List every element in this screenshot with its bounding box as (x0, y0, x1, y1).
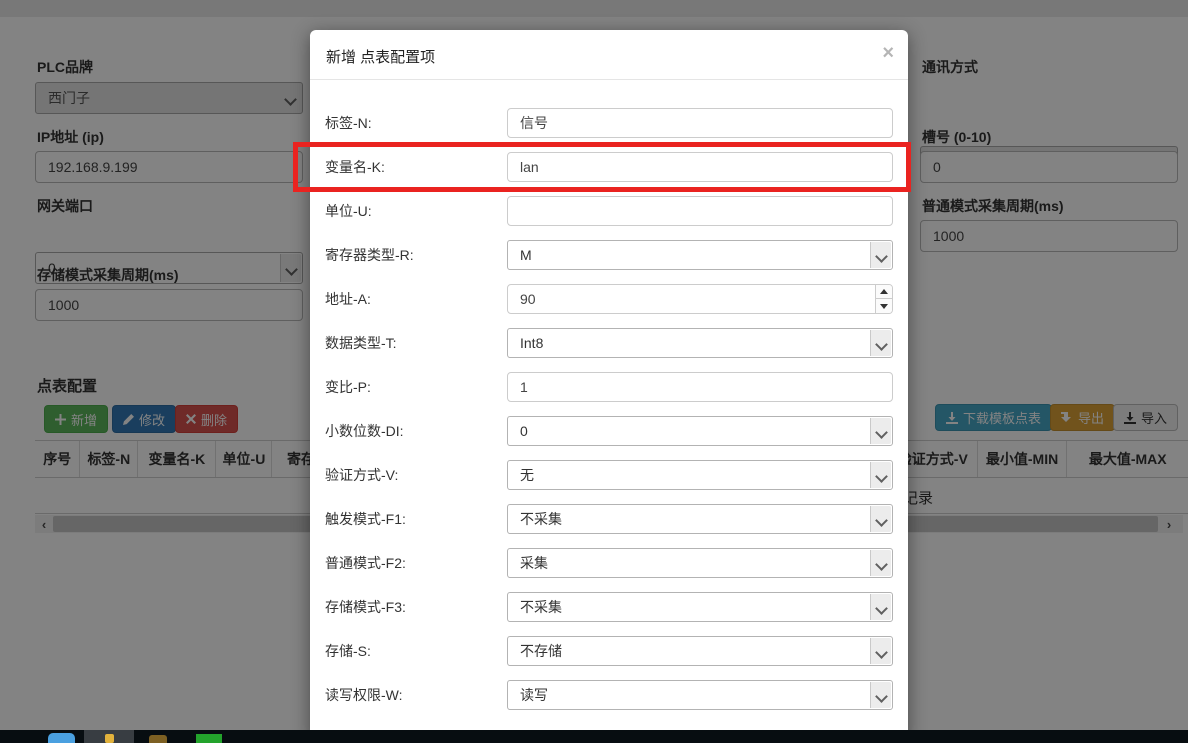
screen: PLC品牌 西门子 IP地址 (ip) 网关端口 0 存储模式采集周期(ms) … (0, 0, 1188, 743)
close-icon[interactable]: × (882, 42, 894, 65)
field-label: 存储-S: (325, 641, 507, 661)
storage-select[interactable]: 不存储 (507, 636, 893, 666)
field-label: 小数位数-DI: (325, 421, 507, 441)
app-icon-brown[interactable] (149, 735, 167, 743)
number-spinner[interactable] (875, 285, 892, 313)
data-type-select[interactable]: Int8 (507, 328, 893, 358)
field-label: 数据类型-T: (325, 333, 507, 353)
field-label: 地址-A: (325, 289, 507, 309)
field-label: 读写权限-W: (325, 685, 507, 705)
form-row-unit: 单位-U: (325, 196, 893, 226)
taskbar[interactable] (0, 730, 1188, 743)
storage-mode-select[interactable]: 不采集 (507, 592, 893, 622)
field-label: 单位-U: (325, 201, 507, 221)
select-value: 不存储 (520, 643, 562, 659)
field-label: 触发模式-F1: (325, 509, 507, 529)
modal-header: 新增 点表配置项 × (310, 30, 908, 80)
chevron-down-icon (870, 418, 891, 444)
spinner-up-icon[interactable] (876, 285, 892, 299)
select-value: 读写 (520, 687, 548, 703)
form-row-register-type: 寄存器类型-R: M (325, 240, 893, 270)
form-row-trigger-mode: 触发模式-F1: 不采集 (325, 504, 893, 534)
trigger-mode-select[interactable]: 不采集 (507, 504, 893, 534)
spinner-down-icon[interactable] (876, 299, 892, 313)
form-row-ratio: 变比-P: (325, 372, 893, 402)
form-row-storage-mode: 存储模式-F3: 不采集 (325, 592, 893, 622)
form-row-tag: 标签-N: (325, 108, 893, 138)
chevron-down-icon (870, 594, 891, 620)
field-label: 验证方式-V: (325, 465, 507, 485)
select-value: 无 (520, 467, 534, 483)
validation-select[interactable]: 无 (507, 460, 893, 490)
select-value: Int8 (520, 335, 543, 351)
field-label: 存储模式-F3: (325, 597, 507, 617)
chevron-down-icon (870, 462, 891, 488)
chevron-down-icon (870, 242, 891, 268)
field-label: 普通模式-F2: (325, 553, 507, 573)
modal-title: 新增 点表配置项 (326, 46, 435, 67)
form-row-data-type: 数据类型-T: Int8 (325, 328, 893, 358)
form-row-address: 地址-A: (325, 284, 893, 314)
app-icon-blue[interactable] (48, 733, 75, 743)
add-point-modal: 新增 点表配置项 × 标签-N: 变量名-K: 单位-U: 寄存器类型-R: M (310, 30, 908, 742)
field-label: 变比-P: (325, 377, 507, 397)
field-label: 标签-N: (325, 113, 507, 133)
rw-permission-select[interactable]: 读写 (507, 680, 893, 710)
select-value: 采集 (520, 555, 548, 571)
ratio-input[interactable] (507, 372, 893, 402)
select-value: 0 (520, 423, 528, 439)
unit-input[interactable] (507, 196, 893, 226)
highlight-annotation-box (293, 142, 911, 192)
chevron-down-icon (870, 506, 891, 532)
chevron-down-icon (870, 550, 891, 576)
address-input[interactable] (507, 284, 893, 314)
select-value: 不采集 (520, 511, 562, 527)
form-row-decimals: 小数位数-DI: 0 (325, 416, 893, 446)
decimals-select[interactable]: 0 (507, 416, 893, 446)
form-row-validation: 验证方式-V: 无 (325, 460, 893, 490)
chevron-down-icon (870, 330, 891, 356)
normal-mode-select[interactable]: 采集 (507, 548, 893, 578)
app-icon-yellow[interactable] (105, 734, 114, 743)
chevron-down-icon (870, 638, 891, 664)
select-value: 不采集 (520, 599, 562, 615)
form-row-storage: 存储-S: 不存储 (325, 636, 893, 666)
register-type-select[interactable]: M (507, 240, 893, 270)
form-row-normal-mode: 普通模式-F2: 采集 (325, 548, 893, 578)
field-label: 寄存器类型-R: (325, 245, 507, 265)
app-icon-green[interactable] (196, 734, 222, 743)
chevron-down-icon (870, 682, 891, 708)
form-row-rw-permission: 读写权限-W: 读写 (325, 680, 893, 710)
tag-input[interactable] (507, 108, 893, 138)
select-value: M (520, 247, 532, 263)
